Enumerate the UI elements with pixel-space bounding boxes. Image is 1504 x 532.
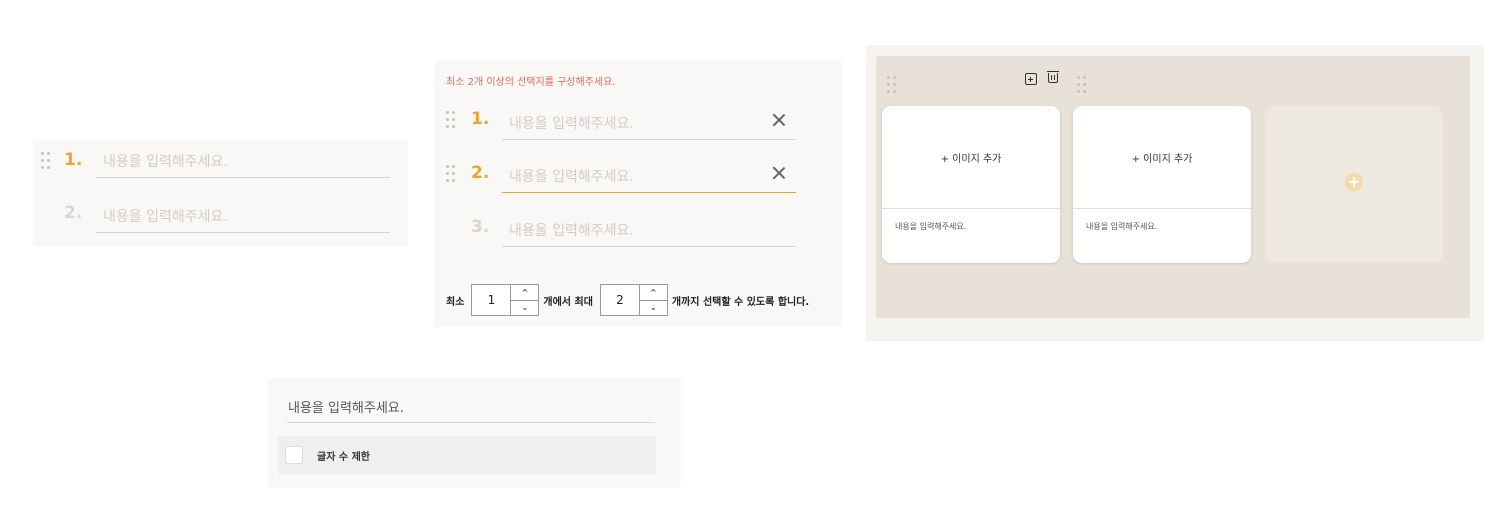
option-input[interactable]: 내용을 입력해주세요. [502, 108, 796, 140]
add-image-button[interactable]: + 이미지 추가 [882, 150, 1060, 165]
trash-icon[interactable] [1047, 71, 1059, 83]
char-limit-label: 글자 수 제한 [317, 452, 370, 463]
option-placeholder: 내용을 입력해주세요. [103, 209, 228, 225]
chevron-up-icon[interactable]: ^ [511, 285, 539, 301]
caption-input[interactable]: 내용을 입력해주세요. [895, 221, 966, 232]
text-answer-placeholder: 내용을 입력해주세요. [288, 401, 404, 416]
max-value[interactable]: 2 [601, 285, 640, 315]
drag-handle-icon[interactable] [1077, 76, 1087, 94]
plus-icon [1345, 173, 1363, 191]
divider [882, 208, 1060, 209]
option-input[interactable]: 내용을 입력해주세요. [502, 215, 796, 247]
selection-range-row: 최소 1 ^ ⌄ 개에서 최대 2 ^ ⌄ 개까지 선택할 수 있도록 합니다. [446, 284, 809, 316]
suffix-label: 개까지 선택할 수 있도록 합니다. [671, 296, 810, 308]
caption-input[interactable]: 내용을 입력해주세요. [1086, 221, 1157, 232]
option-input[interactable]: 내용을 입력해주세요. [96, 146, 390, 178]
image-option-card[interactable]: + 이미지 추가 내용을 입력해주세요. [1073, 106, 1251, 263]
min-options-warning: 최소 2개 이상의 선택지를 구성해주세요. [446, 77, 616, 88]
char-limit-row[interactable]: 글자 수 제한 [278, 436, 656, 474]
chevron-down-icon[interactable]: ⌄ [511, 301, 538, 316]
item-number: 2. [64, 203, 83, 223]
drag-handle-icon[interactable] [887, 76, 897, 94]
min-stepper[interactable]: 1 ^ ⌄ [471, 284, 540, 316]
multi-choice-panel: 최소 2개 이상의 선택지를 구성해주세요. 1. 내용을 입력해주세요. 2.… [434, 61, 842, 327]
min-value[interactable]: 1 [472, 285, 512, 315]
option-placeholder: 내용을 입력해주세요. [103, 154, 228, 170]
item-number: 2. [471, 163, 490, 183]
close-icon[interactable] [770, 164, 788, 182]
divider [1073, 208, 1251, 209]
short-answer-list-panel: 1. 내용을 입력해주세요. 2. 내용을 입력해주세요. [33, 140, 408, 246]
min-label: 최소 [446, 296, 465, 308]
text-answer-input[interactable]: 내용을 입력해주세요. [287, 393, 655, 423]
duplicate-icon[interactable] [1025, 73, 1037, 85]
item-number: 1. [64, 150, 83, 170]
image-choice-area: + 이미지 추가 내용을 입력해주세요. + 이미지 추가 내용을 입력해주세요… [876, 56, 1470, 318]
drag-handle-icon[interactable] [446, 111, 456, 129]
item-number: 1. [471, 109, 490, 129]
mid-label: 개에서 최대 [543, 296, 593, 308]
chevron-up-icon[interactable]: ^ [639, 285, 667, 301]
char-limit-checkbox[interactable] [285, 446, 303, 464]
drag-handle-icon[interactable] [41, 152, 51, 170]
option-input[interactable]: 내용을 입력해주세요. [96, 201, 390, 233]
option-placeholder: 내용을 입력해주세요. [509, 223, 634, 239]
text-answer-panel: 내용을 입력해주세요. 글자 수 제한 [268, 378, 681, 488]
add-card-button[interactable] [1265, 106, 1443, 263]
close-icon[interactable] [770, 111, 788, 129]
chevron-down-icon[interactable]: ⌄ [640, 301, 667, 316]
add-image-button[interactable]: + 이미지 추가 [1073, 150, 1251, 165]
max-stepper[interactable]: 2 ^ ⌄ [599, 284, 668, 316]
image-choice-panel: + 이미지 추가 내용을 입력해주세요. + 이미지 추가 내용을 입력해주세요… [866, 45, 1484, 341]
option-placeholder: 내용을 입력해주세요. [509, 116, 634, 132]
option-input[interactable]: 내용을 입력해주세요. [502, 161, 796, 193]
item-number: 3. [471, 217, 490, 237]
drag-handle-icon[interactable] [446, 165, 456, 183]
image-option-card[interactable]: + 이미지 추가 내용을 입력해주세요. [882, 106, 1060, 263]
option-placeholder: 내용을 입력해주세요. [509, 169, 634, 185]
